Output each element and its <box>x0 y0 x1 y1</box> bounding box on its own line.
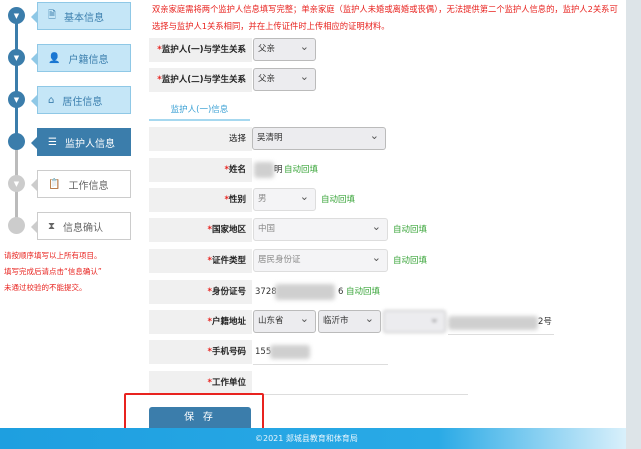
province-select[interactable]: 山东省 <box>253 308 316 333</box>
gender-select[interactable]: 男 <box>253 186 316 211</box>
relation1-label: *监护人(一)与学生关系 <box>149 38 252 62</box>
step-guardian-info[interactable]: ☰ 监护人信息 <box>31 128 131 156</box>
step-dot-5: ▼ <box>8 175 25 192</box>
relation2-label: *监护人(二)与学生关系 <box>149 68 252 92</box>
gender-label: *性别 <box>149 188 252 212</box>
home-icon: ⌂ <box>48 94 55 106</box>
auto-fill-note: 自动回填 <box>346 287 381 297</box>
step-household-info[interactable]: 👤 户籍信息 <box>31 44 131 72</box>
step-confirm-info[interactable]: ⧗ 信息确认 <box>31 212 131 240</box>
redacted <box>448 316 538 330</box>
phone-input-underline[interactable] <box>253 364 388 365</box>
guardian-icon: ☰ <box>48 136 57 148</box>
auto-fill-note: 自动回填 <box>393 256 428 266</box>
id-type-label: *证件类型 <box>149 249 252 273</box>
auto-fill-note: 自动回填 <box>393 225 428 235</box>
person-icon: 👤 <box>48 52 61 64</box>
sidebar-note: 请按顺序填写以上所有项目。 <box>4 251 102 260</box>
phone-prefix: 155 <box>255 347 272 357</box>
document-icon: 🗎 <box>48 9 57 21</box>
step-work-info[interactable]: 📋 工作信息 <box>31 170 131 198</box>
relation1-select[interactable]: 父亲 <box>253 36 316 61</box>
step-dot-2: ▼ <box>8 49 25 66</box>
work-input-underline[interactable] <box>253 394 468 395</box>
id-number-suffix: 6 <box>338 287 344 297</box>
clipboard-icon: 📋 <box>48 178 61 190</box>
city-select[interactable]: 临沂市 <box>318 308 381 333</box>
sidebar-note: 填写完成后请点击“信息确认” <box>4 267 102 276</box>
phone-label: *手机号码 <box>149 340 252 364</box>
redacted <box>270 345 310 359</box>
sidebar-note: 未通过校验的不能提交。 <box>4 283 87 292</box>
id-number-label: *身份证号 <box>149 280 252 304</box>
guardian-select[interactable]: 吴清明 <box>252 125 386 150</box>
country-label: *国家地区 <box>149 218 252 242</box>
district-select[interactable] <box>383 308 446 333</box>
country-select[interactable]: 中国 <box>253 216 388 241</box>
auto-fill-note: 自动回填 <box>321 195 356 205</box>
step-basic-info[interactable]: 🗎 基本信息 <box>31 2 131 30</box>
step-dot-1: ▼ <box>8 7 25 24</box>
name-label: *姓名 <box>149 158 252 182</box>
step-dot-6 <box>8 217 25 234</box>
select-label: 选择 <box>149 127 252 151</box>
step-residence-info[interactable]: ⌂ 居住信息 <box>31 86 131 114</box>
address-input-underline[interactable] <box>448 334 554 335</box>
progress-rail-done <box>15 8 18 142</box>
scrollbar-track[interactable] <box>626 0 641 449</box>
warning-text: 双亲家庭需将两个监护人信息填写完整；单亲家庭（监护人未婚或离婚或丧偶），无法提供… <box>152 4 618 31</box>
tab-guardian1[interactable]: 监护人(一)信息 <box>149 100 250 121</box>
id-number-prefix: 3728 <box>255 287 277 297</box>
address-label: *户籍地址 <box>149 310 252 334</box>
hourglass-icon: ⧗ <box>48 220 56 232</box>
name-value: 明 <box>274 165 283 175</box>
id-type-select[interactable]: 居民身份证 <box>253 247 388 272</box>
redacted <box>275 284 335 300</box>
address-suffix: 2号 <box>538 317 552 327</box>
auto-fill-note: 自动回填 <box>284 165 319 175</box>
step-dot-4 <box>8 133 25 150</box>
step-dot-3: ▼ <box>8 91 25 108</box>
redacted <box>254 162 274 178</box>
relation2-select[interactable]: 父亲 <box>253 66 316 91</box>
work-label: *工作单位 <box>149 371 252 395</box>
footer: ©2021 郯城县教育和体育局 <box>0 428 626 449</box>
